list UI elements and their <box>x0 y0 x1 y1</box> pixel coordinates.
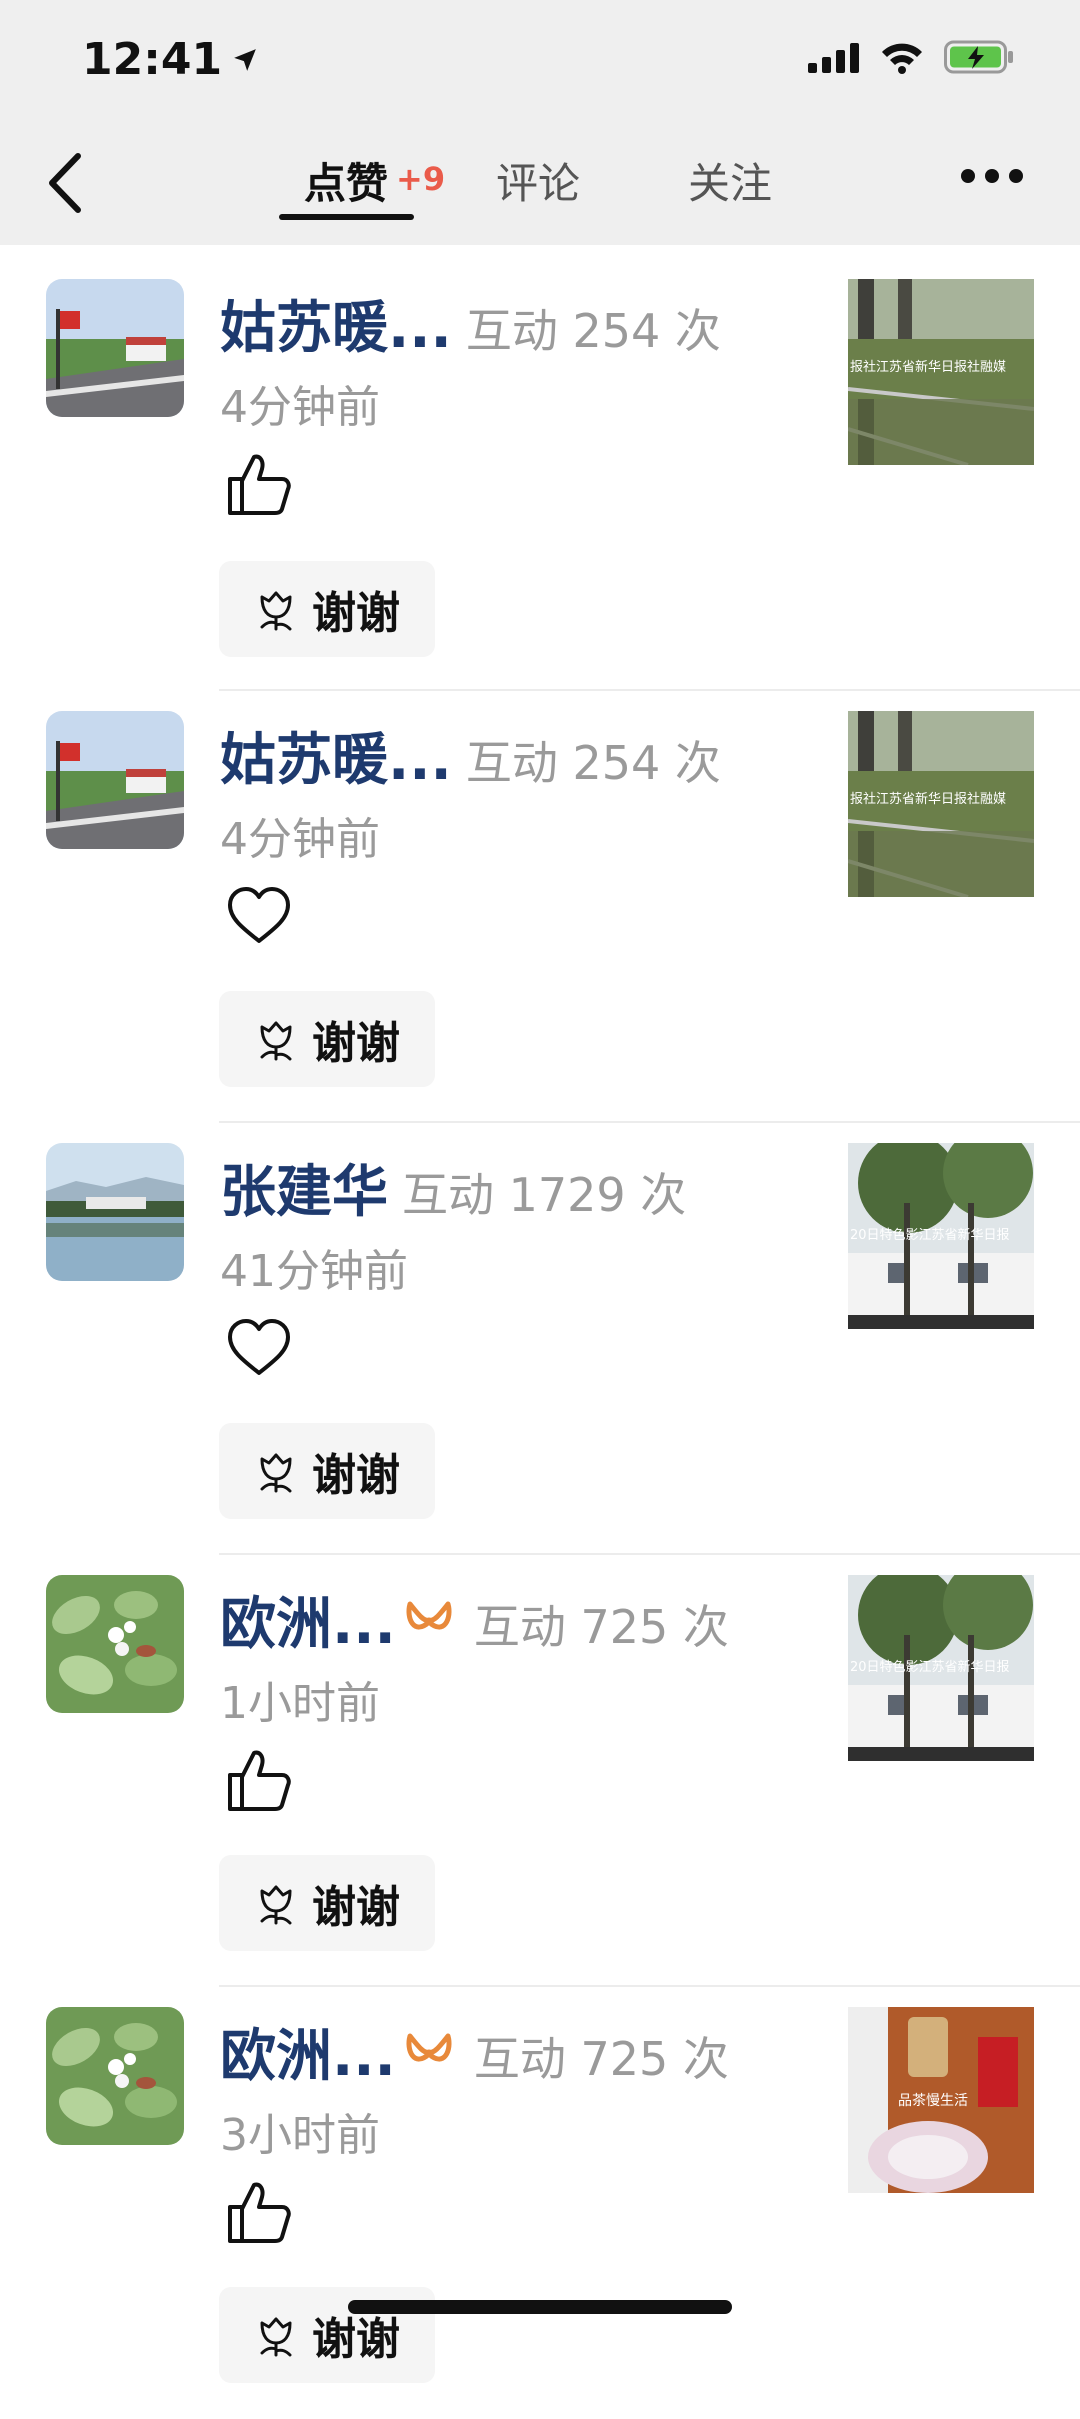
avatar[interactable] <box>46 711 184 849</box>
avatar[interactable] <box>46 1575 184 1713</box>
thumb-caption: 报社江苏省新华日报社融媒 <box>850 359 1006 375</box>
avatar[interactable] <box>46 1143 184 1281</box>
username[interactable]: 张建华 <box>220 1147 388 1228</box>
thumb-caption: 20日特色影江苏省新华日报 <box>850 1659 1010 1675</box>
clock: 12:41 <box>82 34 223 85</box>
tab-follows-label: 关注 <box>688 159 773 208</box>
interaction-count: 互动 254 次 <box>465 304 721 358</box>
list-item: 张建华 互动 1729 次 41分钟前 谢谢 20日特色影江苏省新华日报 <box>0 1123 1080 1555</box>
cellular-signal-icon <box>808 43 859 73</box>
status-icons <box>808 40 1014 74</box>
name-line: 欧洲... 互动 725 次 <box>220 2011 729 2092</box>
name-line: 张建华 互动 1729 次 <box>220 1147 686 1228</box>
vip-badge-icon <box>406 1601 452 1629</box>
post-thumbnail[interactable]: 报社江苏省新华日报社融媒 <box>848 279 1034 465</box>
flower-icon <box>260 1453 292 1493</box>
thanks-label: 谢谢 <box>312 1018 400 1069</box>
battery-charging-icon <box>944 40 1013 74</box>
tab-comments[interactable]: 评论 <box>496 150 580 211</box>
post-thumbnail[interactable]: 报社江苏省新华日报社融媒 <box>848 711 1034 897</box>
tab-comments-label: 评论 <box>496 159 581 208</box>
notification-list: 姑苏暖... 互动 254 次 4分钟前 谢谢 报社江苏省新华日报社融媒 姑苏暖… <box>0 245 1080 2419</box>
active-tab-indicator <box>279 214 414 220</box>
tab-likes[interactable]: 点赞 +9 <box>304 150 445 211</box>
name-line: 姑苏暖... 互动 254 次 <box>220 715 721 796</box>
interaction-count: 互动 725 次 <box>473 1600 729 1654</box>
avatar[interactable] <box>46 2007 184 2145</box>
interaction-count: 互动 725 次 <box>473 2032 729 2086</box>
tab-likes-label: 点赞 <box>304 159 389 208</box>
timestamp: 41分钟前 <box>220 1246 408 1297</box>
location-arrow-icon <box>234 48 256 71</box>
list-item: 欧洲... 互动 725 次 1小时前 谢谢 20日特色影江苏省新华日报 <box>0 1555 1080 1987</box>
list-item: 姑苏暖... 互动 254 次 4分钟前 谢谢 报社江苏省新华日报社融媒 <box>0 245 1080 691</box>
username[interactable]: 姑苏暖... <box>220 715 452 796</box>
flower-icon <box>260 1885 292 1925</box>
top-bar: 12:41 点赞 +9 评论 关注 <box>0 0 1080 245</box>
thumbs-up-icon <box>228 1750 291 1811</box>
thumbs-up-icon <box>228 454 291 515</box>
timestamp: 4分钟前 <box>220 382 380 433</box>
thumb-caption: 品茶慢生活 <box>898 2092 968 2109</box>
list-item: 欧洲... 互动 725 次 3小时前 谢谢 品茶慢生活 <box>0 1987 1080 2419</box>
post-thumbnail[interactable]: 20日特色影江苏省新华日报 <box>848 1575 1034 1761</box>
home-indicator <box>348 2300 732 2314</box>
tab-likes-badge: +9 <box>396 160 446 198</box>
timestamp: 4分钟前 <box>220 814 380 865</box>
timestamp: 3小时前 <box>220 2110 380 2161</box>
list-item: 姑苏暖... 互动 254 次 4分钟前 谢谢 报社江苏省新华日报社融媒 <box>0 691 1080 1123</box>
timestamp: 1小时前 <box>220 1678 380 1729</box>
heart-icon <box>228 887 290 943</box>
tab-follows[interactable]: 关注 <box>688 150 772 211</box>
thumbs-up-icon <box>228 2182 291 2243</box>
avatar[interactable] <box>46 279 184 417</box>
name-line: 欧洲... 互动 725 次 <box>220 1579 729 1660</box>
thumb-caption: 20日特色影江苏省新华日报 <box>850 1227 1010 1243</box>
flower-icon <box>260 1021 292 1061</box>
flower-icon <box>260 2317 292 2357</box>
name-line: 姑苏暖... 互动 254 次 <box>220 283 721 364</box>
heart-icon <box>228 1319 290 1375</box>
thumb-caption: 报社江苏省新华日报社融媒 <box>850 791 1006 807</box>
thanks-button[interactable]: 谢谢 <box>219 991 435 1087</box>
username[interactable]: 欧洲... <box>220 1579 396 1660</box>
thanks-button[interactable]: 谢谢 <box>219 1855 435 1951</box>
thanks-button[interactable]: 谢谢 <box>219 1423 435 1519</box>
more-options-icon[interactable] <box>960 168 1024 184</box>
thanks-label: 谢谢 <box>312 1882 400 1933</box>
status-time: 12:41 <box>82 34 258 85</box>
vip-badge-icon <box>406 2033 452 2061</box>
post-thumbnail[interactable]: 品茶慢生活 <box>848 2007 1034 2193</box>
interaction-count: 互动 1729 次 <box>402 1168 687 1222</box>
back-chevron-icon[interactable] <box>44 148 88 218</box>
flower-icon <box>260 591 292 631</box>
post-thumbnail[interactable]: 20日特色影江苏省新华日报 <box>848 1143 1034 1329</box>
thanks-button[interactable]: 谢谢 <box>219 561 435 657</box>
username[interactable]: 欧洲... <box>220 2011 396 2092</box>
interaction-count: 互动 254 次 <box>465 736 721 790</box>
username[interactable]: 姑苏暖... <box>220 283 452 364</box>
thanks-label: 谢谢 <box>312 1450 400 1501</box>
thanks-label: 谢谢 <box>312 588 400 639</box>
wifi-icon <box>882 43 922 74</box>
